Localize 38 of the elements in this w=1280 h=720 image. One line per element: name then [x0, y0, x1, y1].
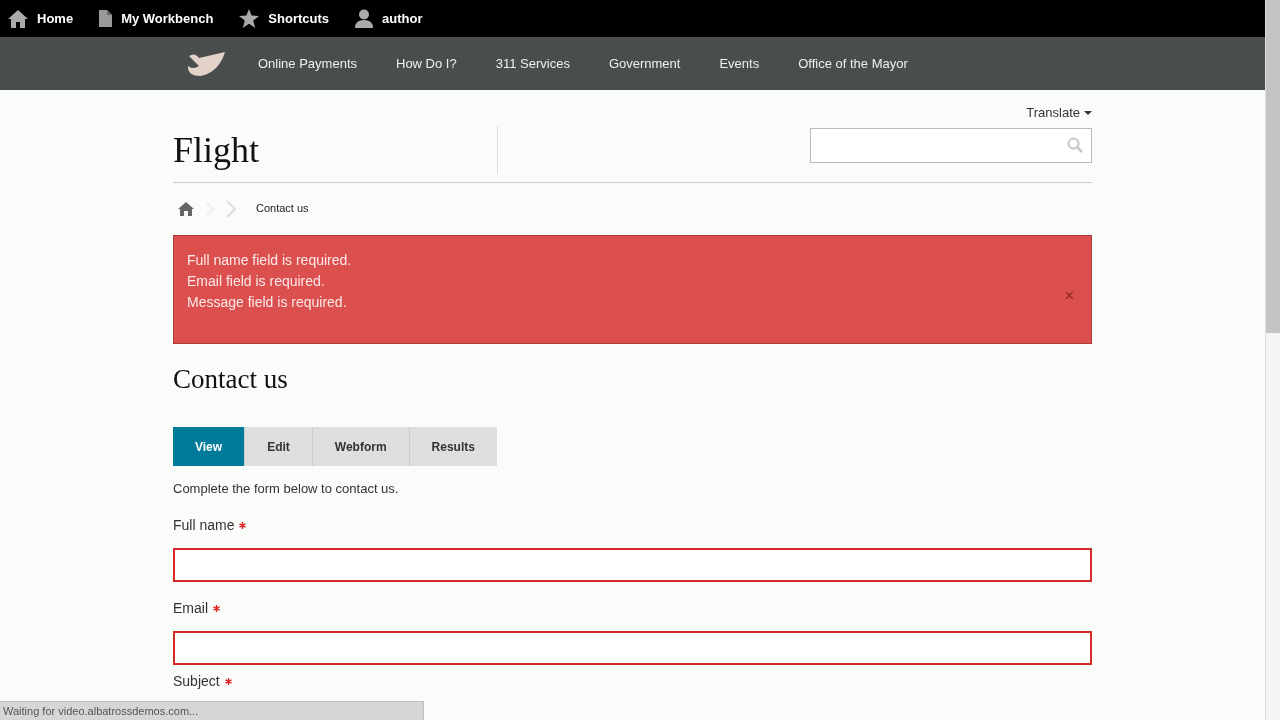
home-icon[interactable] — [178, 201, 194, 216]
field-label: Email — [173, 598, 208, 618]
home-icon — [8, 9, 28, 28]
tab[interactable]: Webform — [311, 427, 409, 466]
tab[interactable]: View — [173, 427, 245, 466]
text-input[interactable] — [173, 630, 1092, 665]
search-field[interactable] — [810, 127, 1092, 163]
chevron-icon — [226, 199, 236, 218]
toolbar-link[interactable]: Home — [8, 8, 74, 29]
error-message: Email field is required. — [187, 271, 326, 291]
site-name[interactable]: Flight — [173, 123, 260, 177]
document-icon — [99, 10, 113, 27]
star-icon — [239, 9, 260, 28]
field-label: Full name — [173, 515, 235, 535]
field-label: Subject — [173, 671, 220, 691]
translate-menu[interactable]: Translate — [1026, 103, 1092, 123]
toolbar-link[interactable]: Shortcuts — [239, 8, 329, 29]
nav-link[interactable]: How Do I? — [396, 53, 457, 74]
toolbar-link[interactable]: My Workbench — [99, 8, 214, 29]
nav-link[interactable]: Office of the Mayor — [798, 53, 908, 74]
caret-icon[interactable] — [1084, 110, 1092, 115]
nav-link[interactable]: Events — [719, 53, 760, 74]
error-message: Full name field is required. — [187, 250, 352, 270]
nav-link[interactable]: 311 Services — [495, 53, 570, 74]
scrollbar-thumb[interactable] — [1266, 0, 1280, 333]
nav-link[interactable]: Government — [608, 53, 681, 74]
bird-logo-icon[interactable] — [185, 49, 225, 78]
text-input[interactable] — [173, 547, 1092, 582]
page-title: Contact us — [173, 362, 289, 396]
toolbar-link[interactable]: author — [355, 8, 423, 29]
tab[interactable]: Edit — [244, 427, 312, 466]
tab[interactable]: Results — [408, 427, 497, 466]
nav-link[interactable]: Online Payments — [258, 53, 357, 74]
user-icon — [355, 9, 373, 28]
status-bar: Waiting for video.albatrossdemos.com... — [0, 701, 424, 720]
error-message: Message field is required. — [187, 292, 348, 312]
intro-text: Complete the form below to contact us. — [173, 480, 400, 498]
breadcrumb-current: Contact us — [256, 201, 309, 217]
